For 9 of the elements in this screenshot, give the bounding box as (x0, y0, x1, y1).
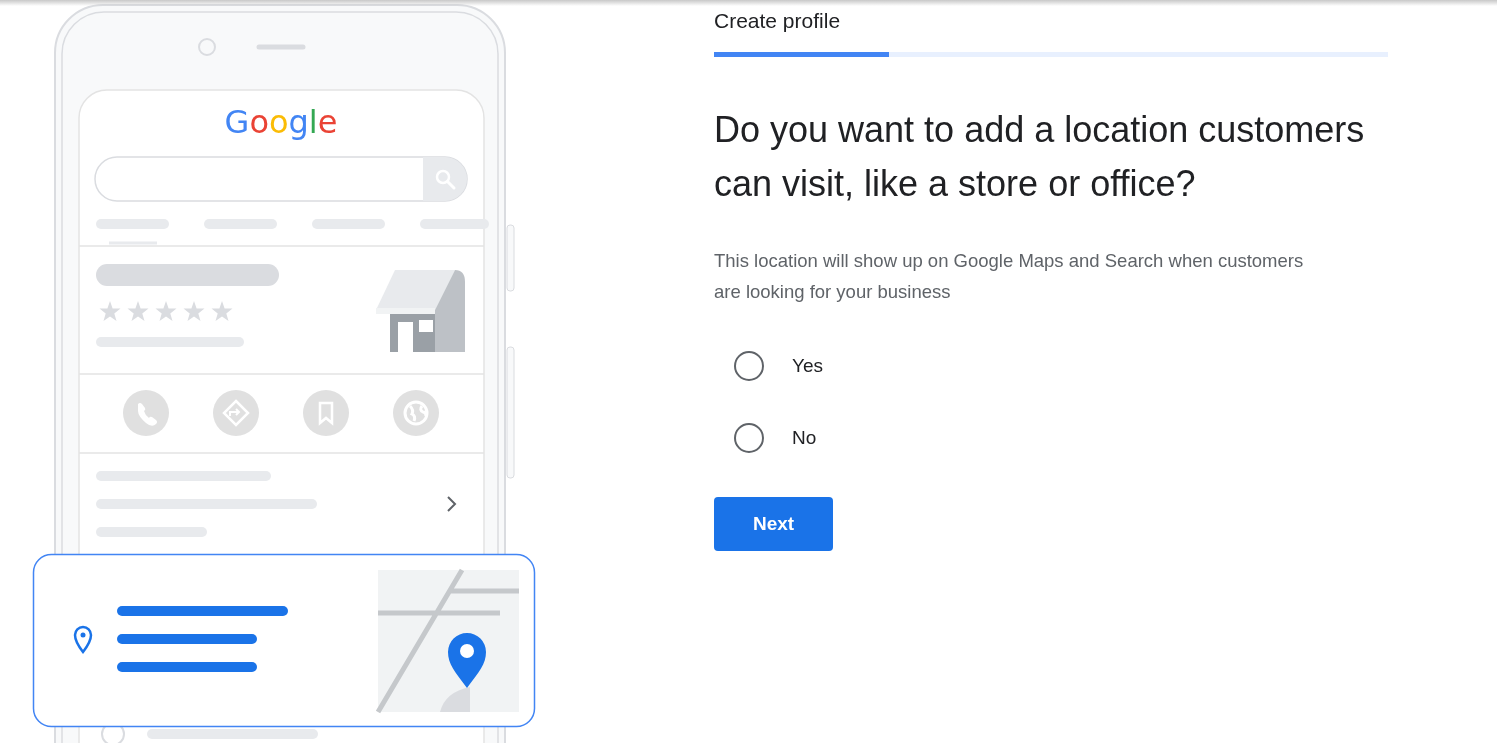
question-heading: Do you want to add a location customers can visit, like a store or office? (714, 108, 1366, 206)
description-text: This location will show up on Google Maps and Search when customers are looking for your business (714, 249, 1305, 304)
radio-option[interactable]: No (734, 418, 817, 458)
google-logo: Google (224, 103, 338, 141)
next-button[interactable]: Next (714, 497, 833, 551)
radio-option[interactable]: Yes (734, 346, 823, 386)
radio-button[interactable] (734, 351, 764, 381)
step-title: Create profile (714, 8, 841, 34)
radio-button[interactable] (734, 423, 764, 453)
